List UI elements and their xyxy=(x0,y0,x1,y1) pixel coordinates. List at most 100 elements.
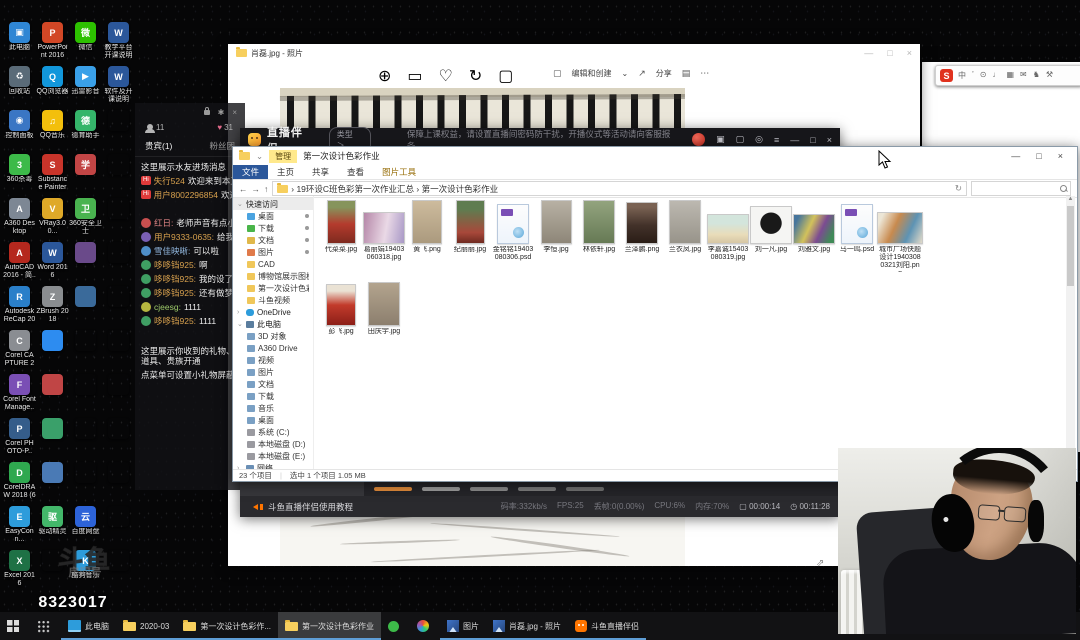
desktop-icon[interactable] xyxy=(102,550,135,594)
view-actual-size-icon[interactable]: ▢ xyxy=(553,68,562,79)
desktop-icon[interactable] xyxy=(36,374,69,418)
lock-icon[interactable] xyxy=(204,110,210,115)
toolbar-icon[interactable]: ▦ xyxy=(1006,70,1014,81)
taskbar-item[interactable]: 图片 xyxy=(440,612,486,640)
crop-icon[interactable]: ▢ xyxy=(498,66,513,86)
active-scene-tab[interactable] xyxy=(240,482,364,496)
desktop-icon[interactable] xyxy=(36,550,69,594)
desktop-icon[interactable] xyxy=(102,374,135,418)
taskbar-item[interactable]: 2020-03 xyxy=(116,612,176,640)
desktop-icon[interactable]: E EasyConn... xyxy=(3,506,36,550)
file-item[interactable]: 刘一凡.jpg xyxy=(750,198,792,254)
file-item[interactable]: 刘雅文.jpg xyxy=(793,198,835,254)
close-button[interactable]: × xyxy=(907,48,912,58)
sidebar-item[interactable]: 音乐 xyxy=(233,402,313,414)
desktop-icon[interactable]: ▣ 此电脑 xyxy=(3,22,36,66)
menu-icon[interactable]: ≡ xyxy=(774,135,779,145)
sogou-input-toolbar[interactable]: S 中’⊙♩▦✉♞⚒ xyxy=(935,65,1080,86)
desktop-icon[interactable] xyxy=(102,242,135,286)
desktop-icon[interactable]: V VRay3.00... xyxy=(36,198,69,242)
share-icon[interactable]: ↗ xyxy=(638,68,646,79)
record-icon[interactable]: ◎ xyxy=(755,134,763,145)
file-item[interactable]: 黄飞.png xyxy=(406,198,448,254)
toolbar-icon[interactable]: ⚒ xyxy=(1046,70,1053,81)
desktop-icon[interactable]: P PowerPoint 2016 xyxy=(36,22,69,66)
maximize-button[interactable]: □ xyxy=(810,135,815,145)
toolbar-icon[interactable]: 中 xyxy=(958,70,966,81)
desktop-icon[interactable] xyxy=(69,374,102,418)
maximize-button[interactable]: □ xyxy=(1036,151,1041,161)
more-icon[interactable]: ⋯ xyxy=(700,68,709,79)
desktop-icon[interactable]: C Corel CAPTURE 2018 xyxy=(3,330,36,374)
sidebar-item[interactable]: 博物馆展示图板3 xyxy=(233,270,313,282)
file-item[interactable]: 纪丽丽.jpg xyxy=(449,198,491,254)
back-icon[interactable]: ← xyxy=(239,184,248,194)
close-button[interactable]: × xyxy=(1058,151,1063,161)
taskbar-item[interactable]: 此电脑 xyxy=(61,612,116,640)
rotate-icon[interactable]: ↻ xyxy=(469,66,482,86)
sidebar-item[interactable]: 下载 xyxy=(233,222,313,234)
taskbar-item[interactable]: 斗鱼直播伴侣 xyxy=(568,612,646,640)
desktop-icon[interactable]: A AutoCAD 2016 - 简.. xyxy=(3,242,36,286)
sidebar-item[interactable]: A360 Drive xyxy=(233,342,313,354)
desktop-icon[interactable]: Q QQ浏览器 xyxy=(36,66,69,110)
resize-handle-icon[interactable]: ⇗ xyxy=(816,558,824,569)
sidebar-item[interactable]: 桌面 xyxy=(233,210,313,222)
sidebar-item[interactable]: 第一次设计色彩作业 xyxy=(233,282,313,294)
desktop-icon[interactable] xyxy=(69,286,102,330)
taskbar-item[interactable] xyxy=(0,612,30,640)
desktop-icon[interactable]: K 酷狗音乐 xyxy=(69,550,102,594)
desktop-icon[interactable] xyxy=(69,330,102,374)
manage-contextual-tab[interactable]: 管理 xyxy=(269,150,297,163)
desktop-icon[interactable] xyxy=(69,462,102,506)
desktop-icon[interactable]: W 软件及开课说明 xyxy=(102,66,135,110)
scrollbar-thumb[interactable] xyxy=(1067,206,1074,286)
desktop-icon[interactable]: P Corel PHOTO-P.. xyxy=(3,418,36,462)
input-mode-icons[interactable]: 中’⊙♩▦✉♞⚒ xyxy=(958,70,1053,81)
favorite-icon[interactable]: ♡ xyxy=(439,66,453,86)
desktop-icon[interactable] xyxy=(69,242,102,286)
sidebar-quick-access[interactable]: ⌄快速访问 xyxy=(233,198,313,210)
scene-tab[interactable] xyxy=(518,487,556,491)
scroll-up-icon[interactable]: ▲ xyxy=(1066,196,1075,202)
taskbar-item[interactable]: 第一次设计色彩作... xyxy=(176,612,278,640)
desktop-icon[interactable]: X Excel 2016 xyxy=(3,550,36,594)
file-item[interactable]: 代菜菜.jpg xyxy=(320,198,362,254)
taskbar-item[interactable] xyxy=(410,612,440,640)
up-icon[interactable]: ↑ xyxy=(264,184,268,194)
taskbar-item[interactable]: 第一次设计色彩作业 xyxy=(278,612,381,640)
desktop-icon[interactable] xyxy=(102,418,135,462)
scene-tab[interactable] xyxy=(374,487,412,491)
desktop-icon[interactable] xyxy=(69,418,102,462)
search-input[interactable] xyxy=(971,181,1071,196)
breadcrumb[interactable]: › 19环设C班色彩第一次作业汇总 › 第一次设计色彩作业 ↻ xyxy=(272,181,967,196)
edit-create-button[interactable]: 编辑和创建 xyxy=(572,68,612,79)
avatar[interactable] xyxy=(692,133,705,146)
delete-icon[interactable]: ▭ xyxy=(407,66,422,86)
desktop-icon[interactable] xyxy=(102,154,135,198)
print-icon[interactable]: ▤ xyxy=(682,68,691,79)
desktop-icon[interactable]: W Word 2016 xyxy=(36,242,69,286)
file-item[interactable]: 金铭铭19403080306.psd xyxy=(492,198,534,262)
file-item[interactable]: 马一鸣.psd xyxy=(836,198,878,254)
file-item[interactable]: 李嘉诚15403080319.jpg xyxy=(707,198,749,262)
sidebar-item[interactable]: 图片 xyxy=(233,366,313,378)
sidebar-item[interactable]: 斗鱼视频 xyxy=(233,294,313,306)
maximize-button[interactable]: □ xyxy=(887,48,892,58)
desktop-icon[interactable]: 学 xyxy=(69,154,102,198)
taskbar-item[interactable]: 肖磊.jpg - 照片 xyxy=(486,612,568,640)
desktop-icon[interactable]: R Autodesk ReCap 2016 xyxy=(3,286,36,330)
tab-vip[interactable]: 贵宾(1) xyxy=(145,140,172,152)
scene-tab[interactable] xyxy=(470,487,508,491)
share-button[interactable]: 分享 xyxy=(656,68,672,79)
sidebar-item[interactable]: 桌面 xyxy=(233,414,313,426)
desktop-icon[interactable] xyxy=(36,330,69,374)
desktop-icon[interactable] xyxy=(102,198,135,242)
taskbar-item[interactable] xyxy=(30,612,61,640)
taskbar-item[interactable] xyxy=(381,612,410,640)
minimize-button[interactable]: — xyxy=(790,135,799,145)
toolbar-icon[interactable]: ♞ xyxy=(1033,70,1040,81)
tab-share[interactable]: 共享 xyxy=(303,166,338,178)
toolbar-icon[interactable]: ’ xyxy=(972,70,974,81)
zoom-icon[interactable]: ⊕ xyxy=(378,66,391,86)
